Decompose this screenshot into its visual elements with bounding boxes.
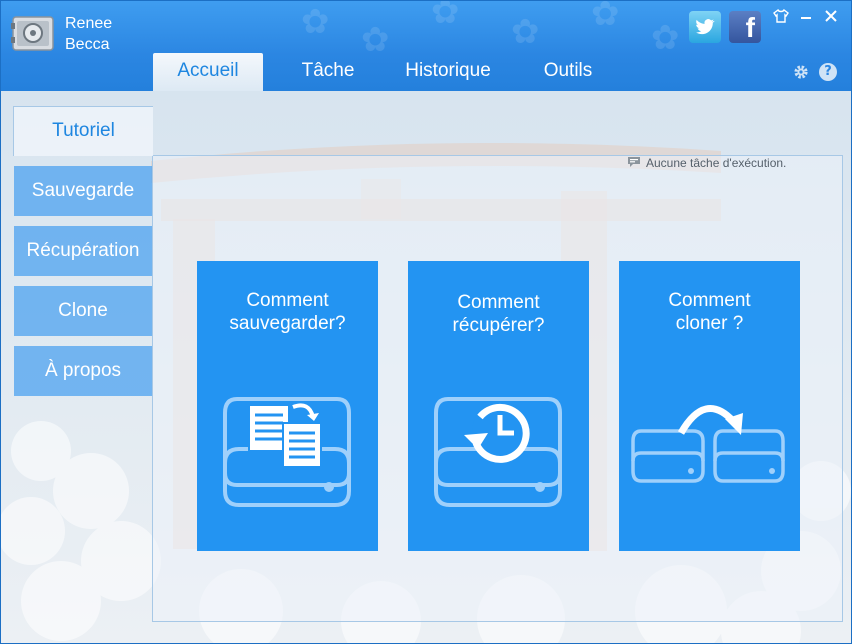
tab-accueil[interactable]: Accueil <box>153 53 263 91</box>
card-title: Comment cloner ? <box>619 289 800 335</box>
app-logo-icon <box>11 16 54 51</box>
help-icon[interactable]: ? <box>819 63 837 81</box>
restore-drive-icon <box>434 397 562 507</box>
status-text: Aucune tâche d'exécution. <box>646 156 787 170</box>
sidebar-item-sauvegarde[interactable]: Sauvegarde <box>14 166 152 216</box>
card-title-line2: sauvegarder? <box>229 313 346 334</box>
backup-drive-icon <box>223 397 351 507</box>
tab-historique[interactable]: Historique <box>391 53 505 91</box>
tab-outils[interactable]: Outils <box>531 53 605 91</box>
card-backup-tutorial[interactable]: Comment sauvegarder? <box>197 261 378 551</box>
card-title: Comment récupérer? <box>408 291 589 337</box>
card-title-line2: cloner ? <box>675 313 744 334</box>
card-title-line2: récupérer? <box>452 315 545 336</box>
card-title-line1: Comment <box>457 292 540 313</box>
card-title-line1: Comment <box>246 290 329 311</box>
card-title-line1: Comment <box>668 290 751 311</box>
main-content: Tutoriel Sauvegarde Récupération Clone À… <box>1 91 851 643</box>
twitter-icon[interactable] <box>689 11 721 43</box>
facebook-icon[interactable]: f <box>729 11 761 43</box>
skin-icon[interactable] <box>771 8 791 27</box>
card-title: Comment sauvegarder? <box>197 289 378 335</box>
app-window: ✿ ✿ ✿ ✿ ✿ ✿ Renee Becca f Accueil Tâche … <box>0 0 852 644</box>
title-bar: ✿ ✿ ✿ ✿ ✿ ✿ Renee Becca f Accueil Tâche … <box>1 1 851 91</box>
close-icon[interactable] <box>821 9 841 27</box>
brand-line-2: Becca <box>65 36 110 53</box>
message-icon <box>628 157 640 167</box>
clone-drives-icon <box>631 405 785 483</box>
card-restore-tutorial[interactable]: Comment récupérer? <box>408 261 589 551</box>
settings-icon[interactable] <box>792 63 810 81</box>
sidebar-item-recuperation[interactable]: Récupération <box>14 226 152 276</box>
sidebar-item-a-propos[interactable]: À propos <box>14 346 152 396</box>
sidebar-tab-tutoriel[interactable]: Tutoriel <box>13 106 153 156</box>
sidebar-item-clone[interactable]: Clone <box>14 286 152 336</box>
minimize-icon[interactable] <box>796 9 816 27</box>
brand-line-1: Renee <box>65 15 113 32</box>
tab-tache[interactable]: Tâche <box>283 53 373 91</box>
card-clone-tutorial[interactable]: Comment cloner ? <box>619 261 800 551</box>
brand-name: Renee Becca <box>65 13 112 55</box>
